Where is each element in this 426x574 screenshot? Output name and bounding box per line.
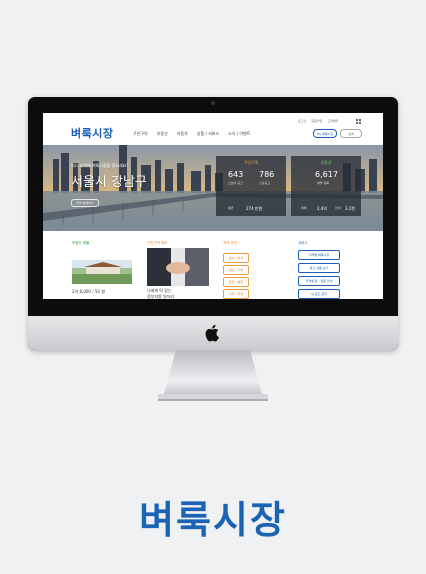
estate-label-3: 전세 <box>335 206 341 210</box>
nav-goods[interactable]: 상품 / 서비스 <box>197 131 219 137</box>
jobs-value-1: 643 <box>228 170 244 179</box>
col-jobs-title: 구인구직 정보 <box>147 241 168 245</box>
estate-panel[interactable]: 부동산 6,617 매물 등록 매매 2.4억 전세 3.2천 <box>291 156 361 216</box>
region-tag-3[interactable]: 운전 · 배달 <box>223 277 249 287</box>
jobs-caption-line-2: 정부지원 일자리 <box>147 293 175 299</box>
estate-value-2: 2.4억 <box>317 206 328 211</box>
region-tag-4[interactable]: 사무 · 회계 <box>223 289 249 299</box>
jobs-panel[interactable]: 구인구직 643 오늘의 공고 786 신규공고 평균 274 만원 <box>216 156 286 216</box>
hero-title: 서울시 강남구 <box>71 175 147 190</box>
service-link-3[interactable]: 지역별 동 · 업종 안내 <box>298 276 340 286</box>
brand-logo: 벼룩시장 <box>139 498 287 542</box>
jobs-value-2: 786 <box>259 170 275 179</box>
site-nav: 구인구직 부동산 자동차 상품 / 서비스 소식 / 이벤트 <box>133 131 250 137</box>
site-header: 벼룩시장 구인구직 부동산 자동차 상품 / 서비스 소식 / 이벤트 로그인 … <box>43 113 383 145</box>
handshake-photo[interactable] <box>147 248 209 286</box>
estate-value-1: 6,617 <box>315 170 338 179</box>
hero-question: 어느 지역에 벼룩시장을 찾으세요? <box>71 163 129 168</box>
jobs-label-2: 신규공고 <box>259 181 271 185</box>
nav-news[interactable]: 소식 / 이벤트 <box>228 131 250 137</box>
jobs-caption[interactable]: 나에게 딱 맞는 정부지원 일자리 <box>147 288 174 299</box>
apple-logo-icon <box>205 324 219 342</box>
estate-panel-title: 부동산 <box>320 160 332 165</box>
jobs-value-3: 274 만원 <box>246 206 263 211</box>
nav-jobs[interactable]: 구인구직 <box>133 131 148 137</box>
region-change-button[interactable]: 지역 변경하기 <box>71 199 99 207</box>
nav-cars[interactable]: 자동차 <box>177 131 188 137</box>
col-estate-title: 부동산 매물 <box>72 241 90 245</box>
jobs-label-1: 오늘의 공고 <box>228 181 243 185</box>
col-service-title: 서비스 <box>298 241 308 245</box>
service-link-2[interactable]: 중고 상품 보기 <box>298 263 340 273</box>
col-region-title: 지역 추천 <box>223 241 237 245</box>
search-button[interactable]: 검색 <box>340 129 362 138</box>
site-logo[interactable]: 벼룩시장 <box>71 125 113 141</box>
util-links: 로그인 회원가입 고객센터 <box>298 119 338 123</box>
estate-caption[interactable]: 2억 8,000 / 50 평 <box>72 289 105 295</box>
util-help[interactable]: 고객센터 <box>327 119 338 123</box>
region-tag-1[interactable]: 음식 · 외식 <box>223 253 249 263</box>
service-link-4[interactable]: 내 광고 관리 <box>298 289 340 299</box>
jobs-panel-title: 구인구직 <box>243 160 259 165</box>
grid-menu-icon[interactable] <box>356 119 362 124</box>
nav-estate[interactable]: 부동산 <box>157 131 168 137</box>
screen: 벼룩시장 구인구직 부동산 자동차 상품 / 서비스 소식 / 이벤트 로그인 … <box>43 113 383 299</box>
camera-icon <box>211 101 215 105</box>
service-link-1[interactable]: 지역별 벼룩시장 <box>298 250 340 260</box>
jobs-caption-line-1: 나에게 딱 맞는 <box>147 288 172 293</box>
region-tag-2[interactable]: 생산 · 기술 <box>223 265 249 275</box>
monitor-stand <box>158 350 268 401</box>
house-photo[interactable] <box>72 260 132 284</box>
estate-label-1: 매물 등록 <box>317 181 329 185</box>
estate-value-3: 3.2천 <box>345 206 356 211</box>
estate-label-2: 매매 <box>301 206 307 210</box>
jobs-label-3: 평균 <box>228 206 234 210</box>
util-signup[interactable]: 회원가입 <box>311 119 322 123</box>
util-login[interactable]: 로그인 <box>298 119 306 123</box>
my-page-button[interactable]: My 벼룩시장 <box>313 129 337 138</box>
